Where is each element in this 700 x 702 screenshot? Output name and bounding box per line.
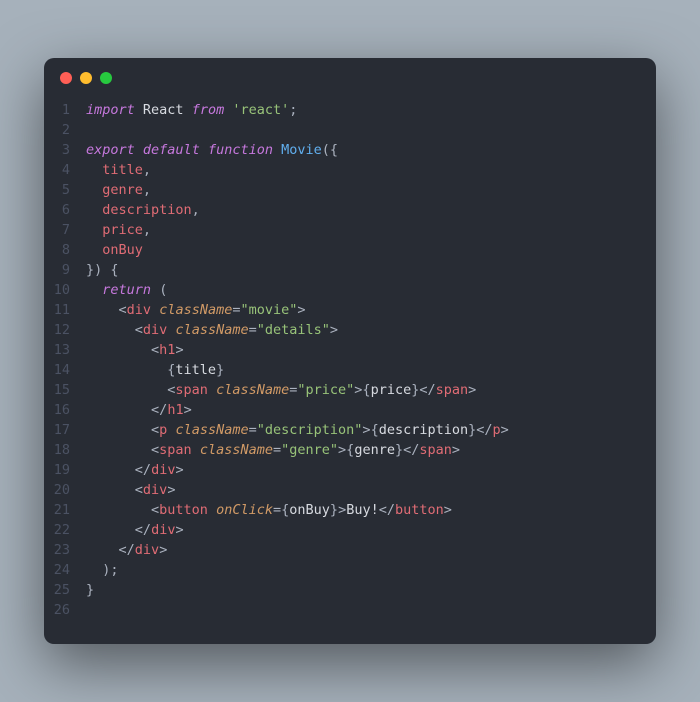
line-number: 22 — [44, 520, 86, 540]
code-line: 12 <div className="details"> — [44, 320, 656, 340]
code-editor[interactable]: 1import React from 'react'; 2 3export de… — [44, 90, 656, 644]
maximize-icon[interactable] — [100, 72, 112, 84]
editor-window: 1import React from 'react'; 2 3export de… — [44, 58, 656, 644]
close-icon[interactable] — [60, 72, 72, 84]
code-line: 14 {title} — [44, 360, 656, 380]
code-line: 11 <div className="movie"> — [44, 300, 656, 320]
code-line: 9}) { — [44, 260, 656, 280]
code-line: 15 <span className="price">{price}</span… — [44, 380, 656, 400]
code-line: 10 return ( — [44, 280, 656, 300]
line-number: 14 — [44, 360, 86, 380]
line-number: 9 — [44, 260, 86, 280]
code-line: 16 </h1> — [44, 400, 656, 420]
code-line: 8 onBuy — [44, 240, 656, 260]
line-number: 25 — [44, 580, 86, 600]
code-line: 22 </div> — [44, 520, 656, 540]
code-line: 18 <span className="genre">{genre}</span… — [44, 440, 656, 460]
line-number: 1 — [44, 100, 86, 120]
line-number: 20 — [44, 480, 86, 500]
code-line: 2 — [44, 120, 656, 140]
line-number: 8 — [44, 240, 86, 260]
line-number: 19 — [44, 460, 86, 480]
line-number: 4 — [44, 160, 86, 180]
line-number: 16 — [44, 400, 86, 420]
code-line: 21 <button onClick={onBuy}>Buy!</button> — [44, 500, 656, 520]
line-number: 6 — [44, 200, 86, 220]
line-number: 5 — [44, 180, 86, 200]
line-number: 12 — [44, 320, 86, 340]
line-number: 7 — [44, 220, 86, 240]
line-number: 26 — [44, 600, 86, 620]
code-line: 19 </div> — [44, 460, 656, 480]
line-number: 24 — [44, 560, 86, 580]
line-number: 11 — [44, 300, 86, 320]
line-number: 21 — [44, 500, 86, 520]
code-line: 24 ); — [44, 560, 656, 580]
line-number: 17 — [44, 420, 86, 440]
line-number: 15 — [44, 380, 86, 400]
code-line: 26 — [44, 600, 656, 620]
line-number: 13 — [44, 340, 86, 360]
code-line: 17 <p className="description">{descripti… — [44, 420, 656, 440]
code-line: 6 description, — [44, 200, 656, 220]
code-line: 13 <h1> — [44, 340, 656, 360]
code-line: 25} — [44, 580, 656, 600]
code-line: 1import React from 'react'; — [44, 100, 656, 120]
code-line: 7 price, — [44, 220, 656, 240]
line-number: 10 — [44, 280, 86, 300]
code-line: 5 genre, — [44, 180, 656, 200]
code-line: 4 title, — [44, 160, 656, 180]
code-line: 20 <div> — [44, 480, 656, 500]
minimize-icon[interactable] — [80, 72, 92, 84]
line-number: 2 — [44, 120, 86, 140]
titlebar — [44, 58, 656, 90]
line-number: 3 — [44, 140, 86, 160]
line-number: 18 — [44, 440, 86, 460]
code-line: 3export default function Movie({ — [44, 140, 656, 160]
line-number: 23 — [44, 540, 86, 560]
code-line: 23 </div> — [44, 540, 656, 560]
